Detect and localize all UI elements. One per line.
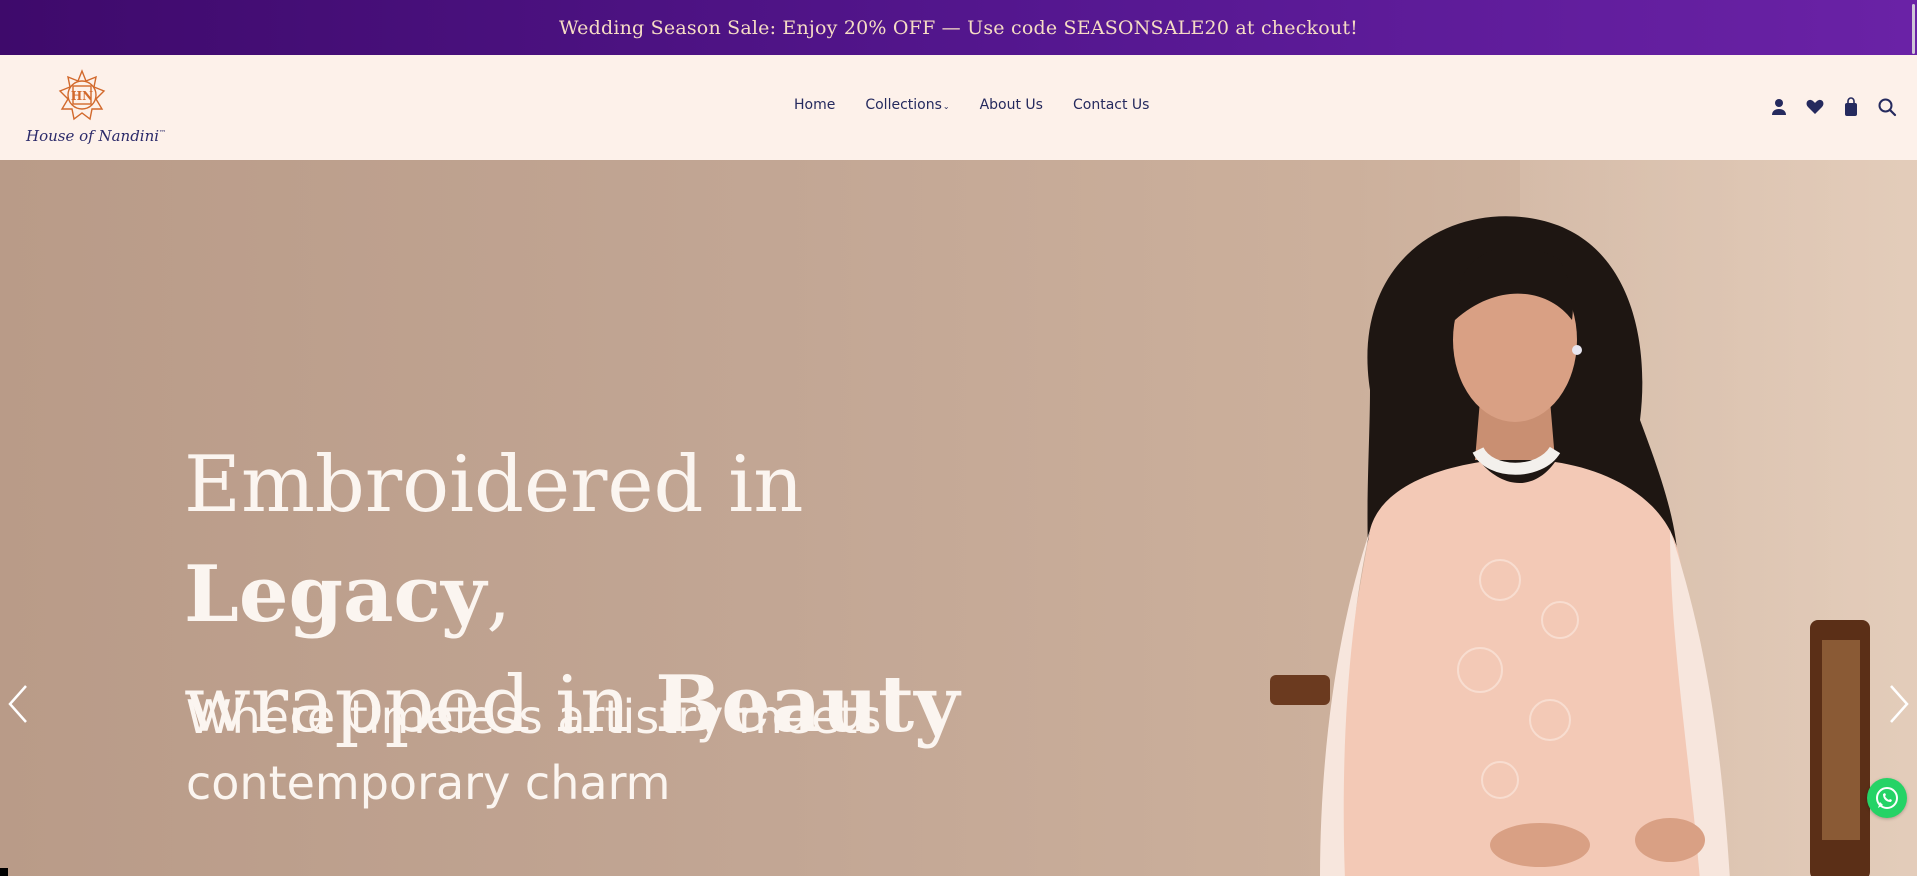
nav-collections-label: Collections bbox=[865, 97, 942, 113]
whatsapp-icon bbox=[1876, 787, 1898, 809]
user-icon[interactable] bbox=[1769, 97, 1789, 117]
whatsapp-chat-button[interactable] bbox=[1867, 778, 1907, 818]
search-icon[interactable] bbox=[1877, 97, 1897, 117]
hero-subheading: Where timeless artistry meets contempora… bbox=[186, 684, 886, 816]
carousel-next-button[interactable] bbox=[1885, 680, 1913, 728]
nav-about-us[interactable]: About Us bbox=[980, 97, 1043, 113]
headline-line1-regular: Embroidered in bbox=[184, 440, 804, 530]
announcement-bar: Wedding Season Sale: Enjoy 20% OFF — Use… bbox=[0, 0, 1917, 55]
site-header: HN House of Nandini™ Home Collections⌄ A… bbox=[0, 55, 1917, 160]
header-actions bbox=[1769, 97, 1897, 117]
chevron-right-icon bbox=[1890, 685, 1909, 723]
chevron-down-icon: ⌄ bbox=[942, 102, 950, 111]
logo-emblem-icon: HN bbox=[58, 69, 106, 121]
logo-wordmark: House of Nandini bbox=[26, 127, 160, 145]
headline-line1-end: , bbox=[486, 550, 512, 640]
nav-collections[interactable]: Collections⌄ bbox=[865, 97, 949, 113]
scrollbar-thumb[interactable] bbox=[1912, 4, 1915, 54]
nav-home[interactable]: Home bbox=[794, 97, 835, 113]
hero-model-image bbox=[1270, 216, 1870, 876]
corner-indicator bbox=[0, 868, 8, 876]
heart-icon[interactable] bbox=[1805, 97, 1825, 117]
nav-contact-us[interactable]: Contact Us bbox=[1073, 97, 1149, 113]
chevron-left-icon bbox=[8, 685, 27, 723]
shopping-bag-icon[interactable] bbox=[1841, 97, 1861, 117]
main-nav: Home Collections⌄ About Us Contact Us bbox=[794, 97, 1149, 113]
carousel-prev-button[interactable] bbox=[4, 680, 32, 728]
subhead-line2: contemporary charm bbox=[186, 756, 671, 810]
logo-trademark: ™ bbox=[159, 129, 167, 137]
headline-line1-bold: Legacy bbox=[184, 549, 487, 640]
subhead-line1: Where timeless artistry meets bbox=[186, 690, 882, 744]
logo-text: House of Nandini™ bbox=[26, 127, 166, 145]
logo[interactable]: HN House of Nandini™ bbox=[22, 69, 166, 149]
announcement-text: Wedding Season Sale: Enjoy 20% OFF — Use… bbox=[559, 16, 1358, 39]
logo-monogram: HN bbox=[71, 89, 93, 103]
hero-banner: Embroidered in Legacy, wrapped in Beauty… bbox=[0, 160, 1917, 876]
